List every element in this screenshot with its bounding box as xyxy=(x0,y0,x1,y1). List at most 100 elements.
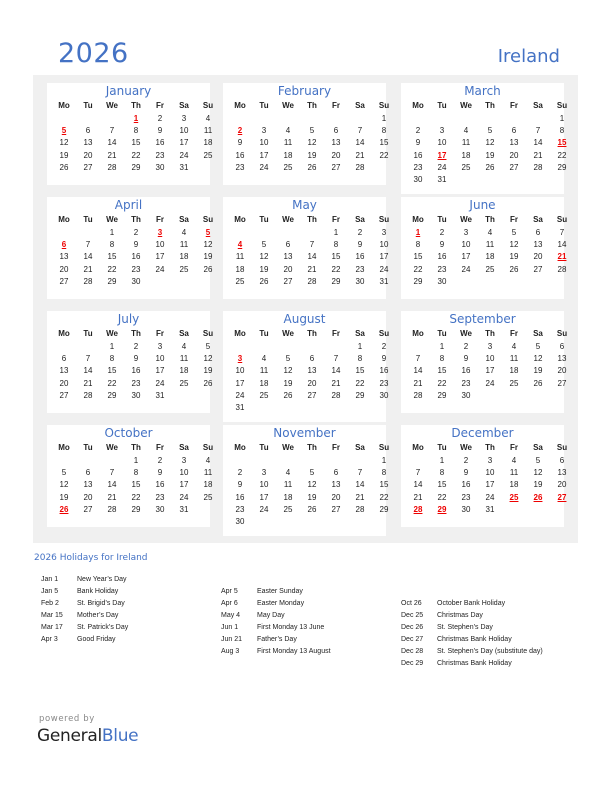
holiday-date: Mar 15 xyxy=(41,612,63,619)
day-cell: 19 xyxy=(509,252,519,262)
day-cell: 11 xyxy=(283,138,293,148)
day-cell: 19 xyxy=(533,480,543,490)
day-cell: 18 xyxy=(509,480,519,490)
day-cell: 6 xyxy=(85,468,91,478)
month-title: October xyxy=(104,426,153,440)
holiday-date: Dec 25 xyxy=(401,612,424,619)
day-cell: 18 xyxy=(485,252,495,262)
day-cell: 27 xyxy=(83,504,93,514)
day-cell: 12 xyxy=(533,354,543,364)
day-cell: 24 xyxy=(461,264,471,274)
holiday-date: Mar 17 xyxy=(41,624,63,631)
weekday-header: Mo xyxy=(412,215,424,224)
day-cell: 8 xyxy=(109,354,115,364)
empty-cell xyxy=(76,455,100,467)
empty-cell xyxy=(324,341,348,353)
day-cell: 5 xyxy=(535,342,541,351)
weekday-header: Th xyxy=(485,329,495,338)
month-title: December xyxy=(451,426,514,440)
weekday-header: Sa xyxy=(179,329,189,338)
day-cell: 10 xyxy=(155,354,165,364)
day-cell: 25 xyxy=(509,378,519,388)
day-cell: 26 xyxy=(509,264,519,274)
day-cell: 23 xyxy=(413,162,423,172)
day-cell: 16 xyxy=(437,252,447,262)
day-cell: 17 xyxy=(379,252,389,262)
day-cell: 19 xyxy=(59,150,69,160)
month-august: August Mo Tu We Th Fr Sa Su 1 2 3 4 5 6 7 8 9 10 11 12 13 14 1… xyxy=(223,311,389,422)
holiday-date: Feb 2 xyxy=(41,600,59,607)
weekday-header: Su xyxy=(378,101,390,110)
day-cell: 22 xyxy=(131,492,141,502)
weekday-header: We xyxy=(106,101,118,110)
day-cell: 4 xyxy=(463,126,469,136)
day-cell: 4 xyxy=(205,114,211,123)
day-cell: 7 xyxy=(415,468,421,478)
weekday-header: Sa xyxy=(533,101,543,110)
day-cell: 14 xyxy=(83,252,93,262)
day-cell: 14 xyxy=(413,366,423,376)
day-cell: 2 xyxy=(133,228,139,237)
day-cell: 2 xyxy=(439,228,445,237)
month-grid: Mo Tu We Th Fr Sa Su 1 2 3 4 5 6 7 8 9 10 11 12 13 14 15 16 17 1… xyxy=(47,441,213,516)
weekday-header: Th xyxy=(131,329,141,338)
day-cell: 1 xyxy=(439,342,445,351)
day-cell: 8 xyxy=(109,240,115,250)
weekday-header: We xyxy=(106,215,118,224)
day-cell: 28 xyxy=(331,390,341,400)
holiday-day-cell: 5 xyxy=(205,228,211,237)
day-cell: 14 xyxy=(331,366,341,376)
day-cell: 11 xyxy=(259,366,269,376)
day-cell: 19 xyxy=(307,150,317,160)
holiday-list-item: Apr 6 Easter Monday xyxy=(221,598,331,610)
day-cell: 30 xyxy=(461,390,471,400)
holiday-day-cell: 3 xyxy=(157,228,163,237)
day-cell: 3 xyxy=(487,456,493,465)
empty-cell xyxy=(276,341,300,353)
day-cell: 23 xyxy=(235,162,245,172)
holiday-date: Apr 6 xyxy=(221,600,238,607)
day-cell: 22 xyxy=(557,150,567,160)
day-cell: 29 xyxy=(437,390,447,400)
weekday-header: Mo xyxy=(234,443,246,452)
day-cell: 25 xyxy=(179,378,189,388)
day-cell: 19 xyxy=(283,378,293,388)
weekday-header: Tu xyxy=(259,443,269,452)
day-cell: 25 xyxy=(461,162,471,172)
day-cell: 3 xyxy=(487,342,493,351)
day-cell: 27 xyxy=(83,162,93,172)
weekday-header: Fr xyxy=(510,329,518,338)
day-cell: 10 xyxy=(259,138,269,148)
empty-cell xyxy=(526,113,550,125)
day-cell: 18 xyxy=(259,378,269,388)
day-cell: 21 xyxy=(413,378,423,388)
month-grid: Mo Tu We Th Fr Sa Su 1 2 3 4 5 6 7 8 9 10 11 12 13 14 15 16 17 1… xyxy=(401,99,567,186)
weekday-header: Fr xyxy=(332,443,340,452)
day-cell: 28 xyxy=(557,264,567,274)
day-cell: 15 xyxy=(331,252,341,262)
weekday-header: Mo xyxy=(234,101,246,110)
day-cell: 2 xyxy=(157,456,163,465)
day-cell: 11 xyxy=(485,240,495,250)
day-cell: 13 xyxy=(59,252,69,262)
day-cell: 3 xyxy=(261,126,267,136)
weekday-header: Th xyxy=(307,101,317,110)
day-cell: 23 xyxy=(379,378,389,388)
day-cell: 11 xyxy=(235,252,245,262)
day-cell: 23 xyxy=(131,264,141,274)
holiday-list-column: Jan 1 New Year’s Day Jan 5 Bank Holiday Feb … xyxy=(41,574,128,646)
day-cell: 24 xyxy=(259,504,269,514)
weekday-header: We xyxy=(460,443,472,452)
weekday-header: Mo xyxy=(412,443,424,452)
day-cell: 14 xyxy=(107,480,117,490)
day-cell: 28 xyxy=(107,162,117,172)
weekday-header: Su xyxy=(378,215,390,224)
day-cell: 22 xyxy=(437,378,447,388)
year-title: 2026 xyxy=(58,38,129,69)
day-cell: 7 xyxy=(415,354,421,364)
day-cell: 15 xyxy=(413,252,423,262)
day-cell: 2 xyxy=(463,342,469,351)
weekday-header: Tu xyxy=(437,101,447,110)
day-cell: 31 xyxy=(155,390,165,400)
day-cell: 11 xyxy=(509,468,519,478)
